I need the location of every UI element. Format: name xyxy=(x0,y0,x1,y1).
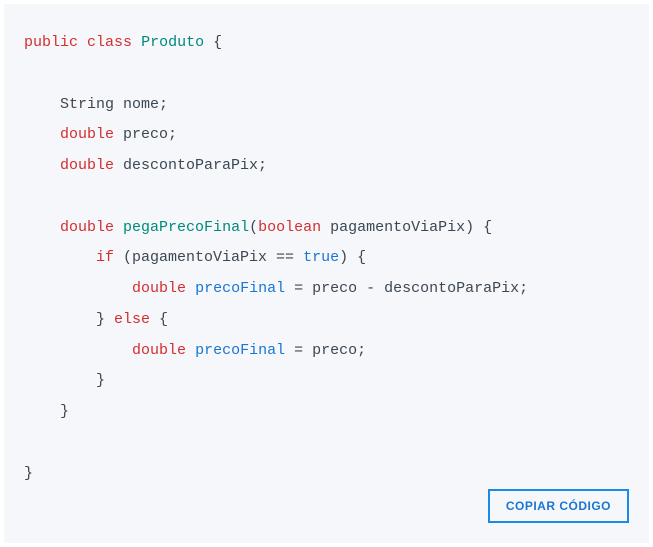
code-content: public class Produto { String nome; doub… xyxy=(24,28,629,489)
copy-code-button[interactable]: COPIAR CÓDIGO xyxy=(488,489,629,523)
code-block-container: public class Produto { String nome; doub… xyxy=(4,4,649,543)
